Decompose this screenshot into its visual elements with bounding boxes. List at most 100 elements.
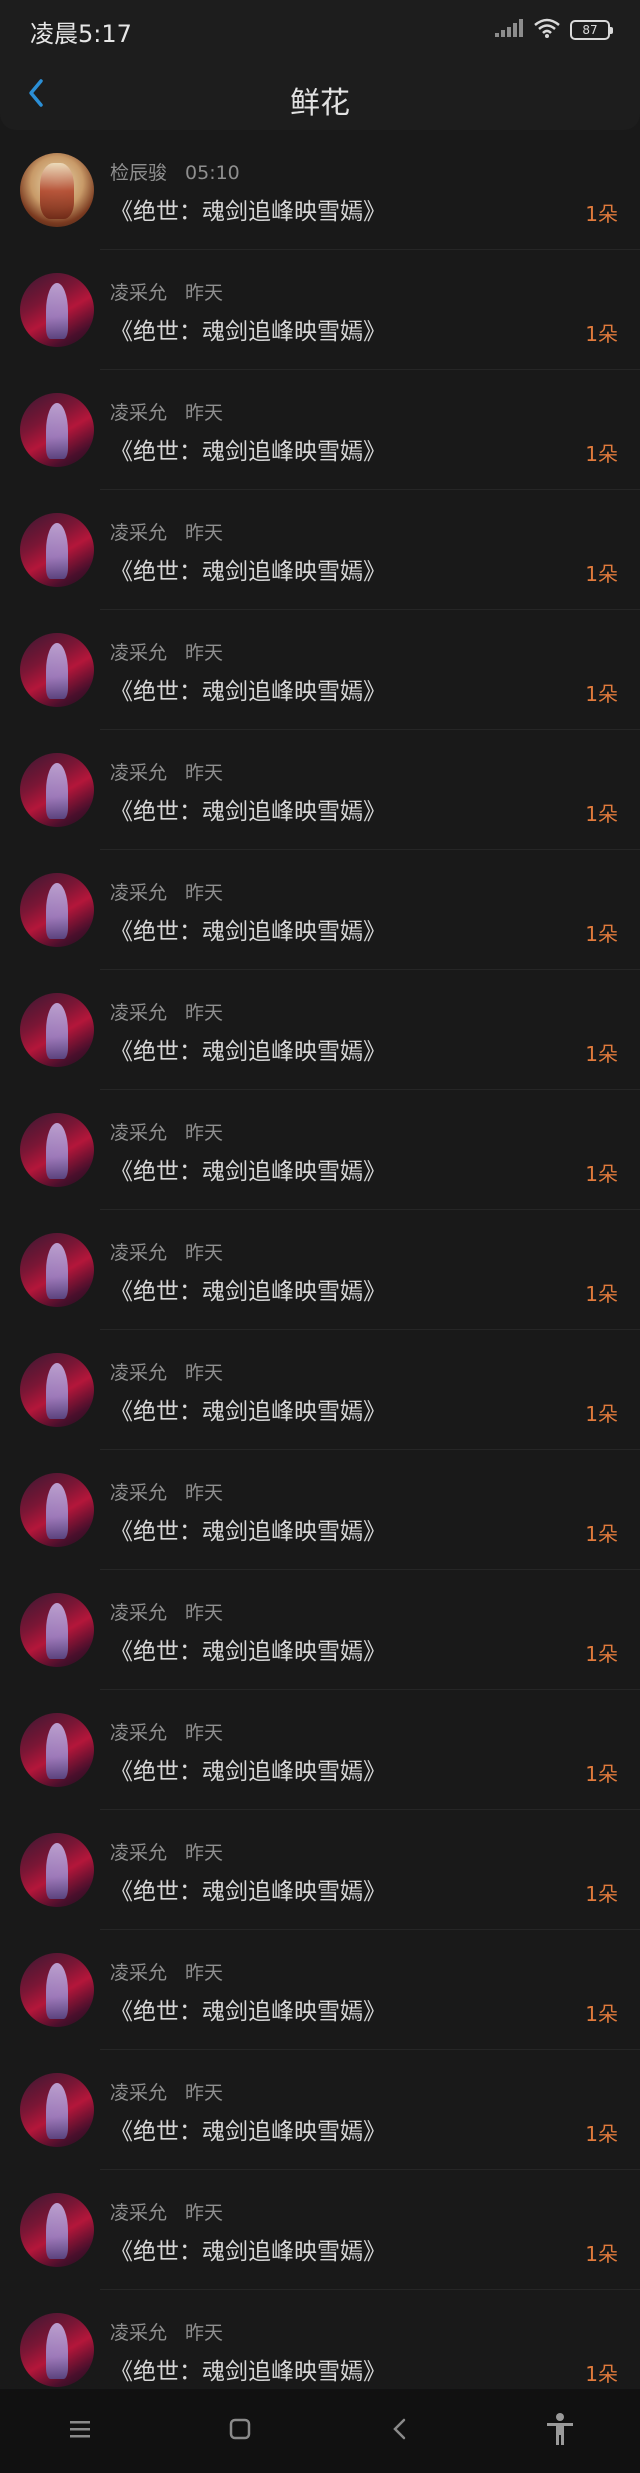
timestamp: 昨天 (185, 2202, 224, 2224)
battery-icon: 87 (570, 20, 613, 40)
sender-name[interactable]: 凌采允 (110, 1122, 167, 1144)
avatar[interactable] (20, 1473, 94, 1547)
sender-name[interactable]: 凌采允 (110, 1602, 167, 1624)
timestamp: 昨天 (185, 1482, 224, 1504)
flower-count: 1朵 (585, 1882, 618, 1906)
timestamp: 昨天 (185, 522, 224, 544)
flower-count: 1朵 (585, 682, 618, 706)
avatar[interactable] (20, 873, 94, 947)
sender-line: 凌采允 昨天 (110, 1958, 223, 1985)
sender-name[interactable]: 凌采允 (110, 1002, 167, 1024)
sender-name[interactable]: 凌采允 (110, 1362, 167, 1384)
book-title: 《绝世：魂剑追峰映雪嫣》 (110, 1879, 386, 1905)
list-item[interactable]: 凌采允 昨天 《绝世：魂剑追峰映雪嫣》 1朵 (0, 1210, 640, 1330)
sender-line: 凌采允 昨天 (110, 2198, 223, 2225)
sender-name[interactable]: 凌采允 (110, 1962, 167, 1984)
list-item[interactable]: 凌采允 昨天 《绝世：魂剑追峰映雪嫣》 1朵 (0, 490, 640, 610)
avatar-figure (46, 1243, 68, 1299)
flower-count: 1朵 (585, 922, 618, 946)
book-title: 《绝世：魂剑追峰映雪嫣》 (110, 1759, 386, 1785)
sender-name[interactable]: 凌采允 (110, 1842, 167, 1864)
sender-name[interactable]: 凌采允 (110, 1482, 167, 1504)
timestamp: 昨天 (185, 282, 224, 304)
sender-name[interactable]: 凌采允 (110, 2322, 167, 2344)
flower-count: 1朵 (585, 202, 618, 226)
status-icons: 87 (494, 18, 613, 42)
sender-name[interactable]: 凌采允 (110, 2202, 167, 2224)
flower-count: 1朵 (585, 1402, 618, 1426)
sender-line: 凌采允 昨天 (110, 878, 223, 905)
timestamp: 昨天 (185, 642, 224, 664)
flower-count: 1朵 (585, 1162, 618, 1186)
timestamp: 昨天 (185, 402, 224, 424)
list-item[interactable]: 凌采允 昨天 《绝世：魂剑追峰映雪嫣》 1朵 (0, 730, 640, 850)
sender-line: 凌采允 昨天 (110, 1358, 223, 1385)
list-item[interactable]: 凌采允 昨天 《绝世：魂剑追峰映雪嫣》 1朵 (0, 970, 640, 1090)
flower-count: 1朵 (585, 2002, 618, 2026)
avatar[interactable] (20, 993, 94, 1067)
list-item[interactable]: 凌采允 昨天 《绝世：魂剑追峰映雪嫣》 1朵 (0, 370, 640, 490)
book-title: 《绝世：魂剑追峰映雪嫣》 (110, 2119, 386, 2145)
avatar[interactable] (20, 513, 94, 587)
avatar[interactable] (20, 1233, 94, 1307)
avatar[interactable] (20, 1353, 94, 1427)
list-item[interactable]: 凌采允 昨天 《绝世：魂剑追峰映雪嫣》 1朵 (0, 2170, 640, 2290)
sender-name[interactable]: 凌采允 (110, 522, 167, 544)
list-item[interactable]: 凌采允 昨天 《绝世：魂剑追峰映雪嫣》 1朵 (0, 1090, 640, 1210)
avatar[interactable] (20, 753, 94, 827)
avatar-figure (46, 1363, 68, 1419)
menu-button[interactable] (50, 2401, 110, 2461)
sender-name[interactable]: 凌采允 (110, 1242, 167, 1264)
sender-line: 凌采允 昨天 (110, 1238, 223, 1265)
flower-count: 1朵 (585, 562, 618, 586)
back-nav-button[interactable] (370, 2401, 430, 2461)
book-title: 《绝世：魂剑追峰映雪嫣》 (110, 1159, 386, 1185)
list-item[interactable]: 凌采允 昨天 《绝世：魂剑追峰映雪嫣》 1朵 (0, 250, 640, 370)
list-item[interactable]: 凌采允 昨天 《绝世：魂剑追峰映雪嫣》 1朵 (0, 2050, 640, 2170)
list-item[interactable]: 凌采允 昨天 《绝世：魂剑追峰映雪嫣》 1朵 (0, 850, 640, 970)
sender-line: 检辰骏 05:10 (110, 158, 240, 185)
avatar[interactable] (20, 2193, 94, 2267)
sender-name[interactable]: 凌采允 (110, 1722, 167, 1744)
list-item[interactable]: 凌采允 昨天 《绝世：魂剑追峰映雪嫣》 1朵 (0, 610, 640, 730)
avatar[interactable] (20, 273, 94, 347)
sender-line: 凌采允 昨天 (110, 1598, 223, 1625)
timestamp: 昨天 (185, 1962, 224, 1984)
list-item[interactable]: 凌采允 昨天 《绝世：魂剑追峰映雪嫣》 1朵 (0, 1450, 640, 1570)
list-item[interactable]: 凌采允 昨天 《绝世：魂剑追峰映雪嫣》 1朵 (0, 1930, 640, 2050)
avatar[interactable] (20, 153, 94, 227)
sender-name[interactable]: 凌采允 (110, 282, 167, 304)
sender-name[interactable]: 凌采允 (110, 402, 167, 424)
list-item[interactable]: 检辰骏 05:10 《绝世：魂剑追峰映雪嫣》 1朵 (0, 130, 640, 250)
book-title: 《绝世：魂剑追峰映雪嫣》 (110, 2359, 386, 2385)
list-item[interactable]: 凌采允 昨天 《绝世：魂剑追峰映雪嫣》 1朵 (0, 1690, 640, 1810)
avatar[interactable] (20, 633, 94, 707)
avatar[interactable] (20, 1713, 94, 1787)
list-item[interactable]: 凌采允 昨天 《绝世：魂剑追峰映雪嫣》 1朵 (0, 1570, 640, 1690)
home-button[interactable] (210, 2401, 270, 2461)
flower-count: 1朵 (585, 2242, 618, 2266)
sender-name[interactable]: 凌采允 (110, 882, 167, 904)
avatar[interactable] (20, 2313, 94, 2387)
avatar[interactable] (20, 1833, 94, 1907)
accessibility-icon (545, 2412, 575, 2450)
list-item[interactable]: 凌采允 昨天 《绝世：魂剑追峰映雪嫣》 1朵 (0, 1330, 640, 1450)
avatar[interactable] (20, 2073, 94, 2147)
sender-line: 凌采允 昨天 (110, 638, 223, 665)
book-title: 《绝世：魂剑追峰映雪嫣》 (110, 319, 386, 345)
avatar[interactable] (20, 1953, 94, 2027)
avatar[interactable] (20, 1113, 94, 1187)
sender-name[interactable]: 凌采允 (110, 642, 167, 664)
accessibility-button[interactable] (530, 2401, 590, 2461)
avatar[interactable] (20, 393, 94, 467)
book-title: 《绝世：魂剑追峰映雪嫣》 (110, 1519, 386, 1545)
sender-name[interactable]: 检辰骏 (110, 162, 167, 184)
avatar[interactable] (20, 1593, 94, 1667)
sender-name[interactable]: 凌采允 (110, 762, 167, 784)
sender-name[interactable]: 凌采允 (110, 2082, 167, 2104)
list-item[interactable]: 凌采允 昨天 《绝世：魂剑追峰映雪嫣》 1朵 (0, 1810, 640, 1930)
avatar-figure (46, 2083, 68, 2139)
avatar-figure (46, 763, 68, 819)
sender-line: 凌采允 昨天 (110, 2318, 223, 2345)
timestamp: 昨天 (185, 2082, 224, 2104)
